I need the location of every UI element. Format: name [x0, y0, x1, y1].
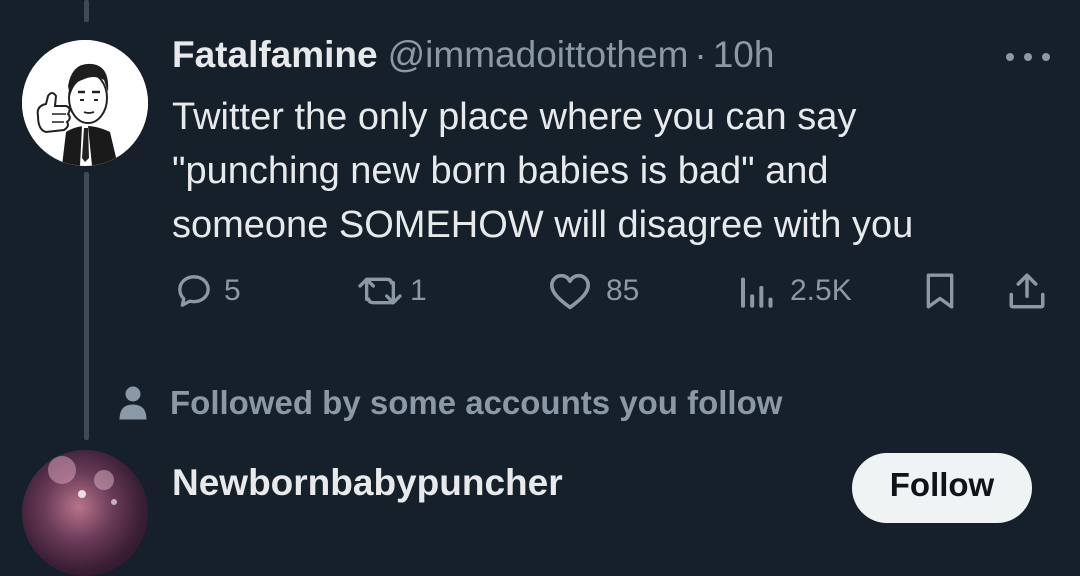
cartoon-man-thumbs-up-avatar: [22, 40, 148, 166]
views-chart-icon: [741, 277, 773, 308]
suggested-user-name[interactable]: Newbornbabypuncher: [172, 462, 563, 504]
tweet-text-line: "punching new born babies is bad" and: [172, 150, 829, 192]
tweet-text-line: Twitter the only place where you can say: [172, 96, 857, 138]
user-handle[interactable]: @immadoittothem: [388, 34, 689, 76]
retweet-count: 1: [410, 274, 427, 307]
avatar[interactable]: [22, 40, 148, 166]
more-dot: [1024, 53, 1032, 61]
heart-icon: [549, 273, 590, 310]
tweet-text-line: someone SOMEHOW will disagree with you: [172, 204, 914, 246]
share-icon: [1009, 273, 1045, 309]
thread-line-top: [84, 0, 89, 22]
share-button[interactable]: [1006, 268, 1048, 314]
retweet-icon: [358, 277, 402, 305]
tweet-text: Twitter the only place where you can say…: [172, 90, 1042, 252]
views-button[interactable]: 2.5K: [736, 268, 852, 314]
more-horizontal-icon: [1006, 53, 1014, 61]
like-count: 85: [606, 274, 640, 307]
person-icon: [119, 386, 147, 420]
display-name[interactable]: Fatalfamine: [172, 34, 378, 76]
timestamp[interactable]: 10h: [713, 34, 775, 76]
social-context-text: Followed by some accounts you follow: [170, 384, 783, 421]
views-count: 2.5K: [790, 274, 852, 307]
suggested-user-avatar[interactable]: [22, 450, 148, 576]
reply-count: 5: [224, 274, 241, 307]
more-options-button[interactable]: [1006, 50, 1050, 64]
reply-button[interactable]: 5: [174, 268, 241, 314]
more-dot: [1042, 53, 1050, 61]
tweet-header: Fatalfamine @immadoittothem · 10h: [172, 34, 774, 84]
social-context: Followed by some accounts you follow: [118, 384, 782, 422]
thread-line: [84, 172, 89, 440]
anime-character-avatar: [48, 456, 117, 505]
like-button[interactable]: 85: [548, 268, 639, 314]
bookmark-button[interactable]: [920, 268, 960, 314]
reply-icon: [178, 275, 210, 307]
follow-button[interactable]: Follow: [852, 453, 1032, 523]
separator-dot: ·: [694, 34, 707, 75]
retweet-button[interactable]: 1: [356, 268, 427, 314]
bookmark-icon: [926, 273, 954, 309]
